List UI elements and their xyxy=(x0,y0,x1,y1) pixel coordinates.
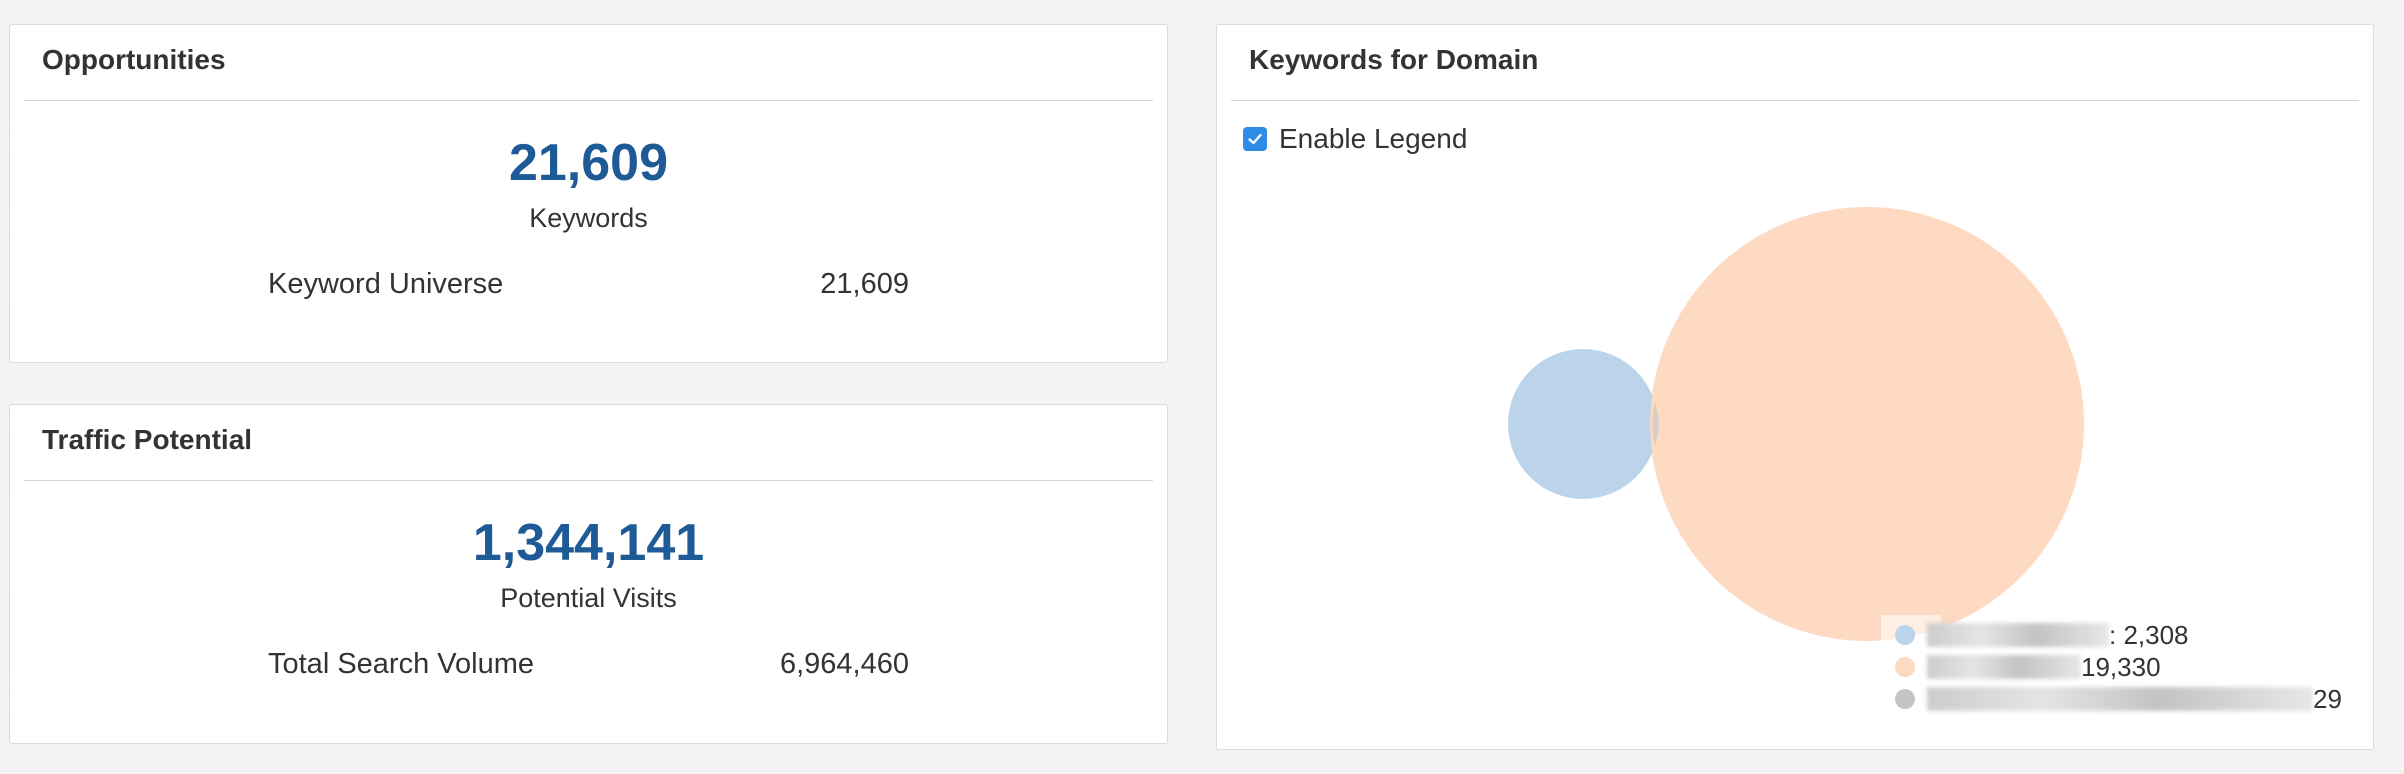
redacted-domain-name xyxy=(1927,655,2081,679)
panel-title: Opportunities xyxy=(24,25,1153,101)
legend-swatch xyxy=(1895,657,1915,677)
legend-value: 29 xyxy=(2313,683,2342,714)
keywords-caption: Keywords xyxy=(529,203,648,233)
keywords-count: 21,609 xyxy=(508,134,669,192)
potential-visits-count: 1,344,141 xyxy=(472,514,705,572)
redacted-domain-name xyxy=(1927,623,2109,647)
redacted-domain-name xyxy=(1927,687,2313,711)
keyword-universe-label: Keyword Universe xyxy=(268,268,504,300)
legend-value: : 2,308 xyxy=(2109,619,2189,650)
legend-swatch xyxy=(1895,625,1915,645)
total-search-volume-label: Total Search Volume xyxy=(268,648,534,680)
legend-swatch xyxy=(1895,689,1915,709)
total-search-volume-value: 6,964,460 xyxy=(779,648,909,680)
keyword-universe-value: 21,609 xyxy=(820,268,909,300)
legend-item[interactable]: 19,330 xyxy=(1895,651,2161,683)
panel-title: Traffic Potential xyxy=(24,405,1153,481)
domain-a-circle[interactable] xyxy=(1508,349,1658,499)
domain-b-circle[interactable] xyxy=(1650,207,2084,641)
keywords-for-domain-panel: Keywords for Domain Enable Legend : 2,30… xyxy=(1216,24,2374,750)
venn-diagram xyxy=(1508,207,2084,659)
potential-visits-caption: Potential Visits xyxy=(500,583,677,613)
legend-value: 19,330 xyxy=(2081,651,2161,682)
opportunities-panel: Opportunities 21,609 Keywords Keyword Un… xyxy=(9,24,1168,363)
legend-item[interactable]: 29 xyxy=(1895,683,2342,715)
traffic-potential-panel: Traffic Potential 1,344,141 Potential Vi… xyxy=(9,404,1168,744)
legend-item[interactable]: : 2,308 xyxy=(1895,619,2189,651)
